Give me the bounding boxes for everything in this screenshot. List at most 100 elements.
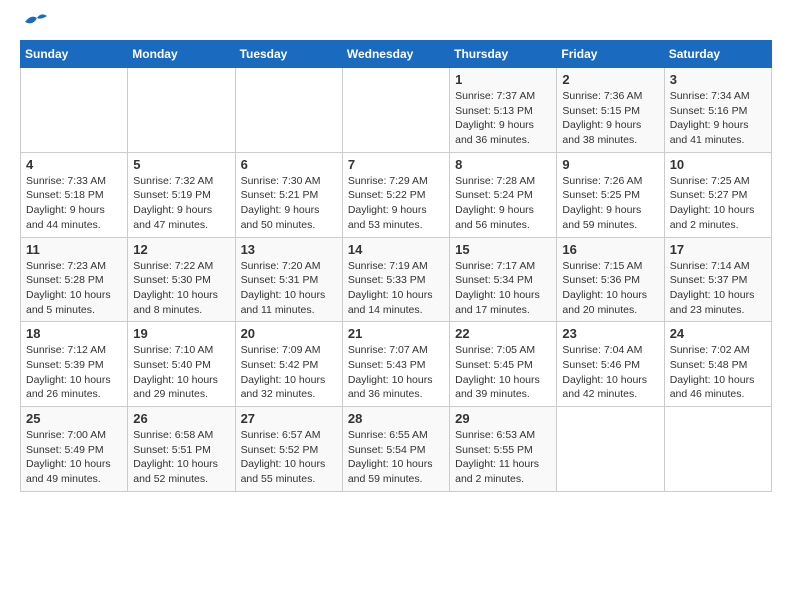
calendar-cell (21, 68, 128, 153)
day-info: Sunrise: 6:53 AMSunset: 5:55 PMDaylight:… (455, 428, 551, 487)
calendar-cell: 14 Sunrise: 7:19 AMSunset: 5:33 PMDayligh… (342, 237, 449, 322)
day-of-week-header: Thursday (450, 41, 557, 68)
day-number: 12 (133, 242, 229, 257)
calendar-cell: 2 Sunrise: 7:36 AMSunset: 5:15 PMDaylight… (557, 68, 664, 153)
day-info: Sunrise: 7:10 AMSunset: 5:40 PMDaylight:… (133, 343, 229, 402)
calendar-cell: 26 Sunrise: 6:58 AMSunset: 5:51 PMDayligh… (128, 407, 235, 492)
calendar-cell: 23 Sunrise: 7:04 AMSunset: 5:46 PMDayligh… (557, 322, 664, 407)
day-info: Sunrise: 7:14 AMSunset: 5:37 PMDaylight:… (670, 259, 766, 318)
day-info: Sunrise: 7:29 AMSunset: 5:22 PMDaylight:… (348, 174, 444, 233)
day-number: 18 (26, 326, 122, 341)
calendar-cell: 18 Sunrise: 7:12 AMSunset: 5:39 PMDayligh… (21, 322, 128, 407)
day-info: Sunrise: 6:57 AMSunset: 5:52 PMDaylight:… (241, 428, 337, 487)
calendar-cell: 16 Sunrise: 7:15 AMSunset: 5:36 PMDayligh… (557, 237, 664, 322)
calendar-cell: 1 Sunrise: 7:37 AMSunset: 5:13 PMDaylight… (450, 68, 557, 153)
logo-bird-icon (23, 12, 49, 30)
day-info: Sunrise: 6:58 AMSunset: 5:51 PMDaylight:… (133, 428, 229, 487)
day-info: Sunrise: 7:36 AMSunset: 5:15 PMDaylight:… (562, 89, 658, 148)
calendar-header: SundayMondayTuesdayWednesdayThursdayFrid… (21, 41, 772, 68)
day-info: Sunrise: 7:32 AMSunset: 5:19 PMDaylight:… (133, 174, 229, 233)
day-info: Sunrise: 7:23 AMSunset: 5:28 PMDaylight:… (26, 259, 122, 318)
day-info: Sunrise: 7:26 AMSunset: 5:25 PMDaylight:… (562, 174, 658, 233)
day-number: 24 (670, 326, 766, 341)
day-number: 10 (670, 157, 766, 172)
calendar-cell: 22 Sunrise: 7:05 AMSunset: 5:45 PMDayligh… (450, 322, 557, 407)
calendar-cell: 15Sunrise: 7:17 AMSunset: 5:34 PMDayligh… (450, 237, 557, 322)
day-number: 15 (455, 242, 551, 257)
calendar-cell: 20 Sunrise: 7:09 AMSunset: 5:42 PMDayligh… (235, 322, 342, 407)
day-number: 27 (241, 411, 337, 426)
calendar-cell (128, 68, 235, 153)
day-info: Sunrise: 7:07 AMSunset: 5:43 PMDaylight:… (348, 343, 444, 402)
day-of-week-header: Saturday (664, 41, 771, 68)
calendar-week-row: 11 Sunrise: 7:23 AMSunset: 5:28 PMDayligh… (21, 237, 772, 322)
calendar-week-row: 1 Sunrise: 7:37 AMSunset: 5:13 PMDaylight… (21, 68, 772, 153)
day-info: Sunrise: 7:19 AMSunset: 5:33 PMDaylight:… (348, 259, 444, 318)
day-of-week-header: Wednesday (342, 41, 449, 68)
calendar-cell: 29 Sunrise: 6:53 AMSunset: 5:55 PMDayligh… (450, 407, 557, 492)
day-number: 20 (241, 326, 337, 341)
calendar-cell: 27 Sunrise: 6:57 AMSunset: 5:52 PMDayligh… (235, 407, 342, 492)
calendar-cell: 8 Sunrise: 7:28 AMSunset: 5:24 PMDaylight… (450, 152, 557, 237)
day-number: 14 (348, 242, 444, 257)
calendar-cell (235, 68, 342, 153)
day-number: 23 (562, 326, 658, 341)
calendar-cell: 3Sunrise: 7:34 AMSunset: 5:16 PMDaylight… (664, 68, 771, 153)
day-info: Sunrise: 7:15 AMSunset: 5:36 PMDaylight:… (562, 259, 658, 318)
day-number: 16 (562, 242, 658, 257)
day-of-week-header: Sunday (21, 41, 128, 68)
calendar-week-row: 18 Sunrise: 7:12 AMSunset: 5:39 PMDayligh… (21, 322, 772, 407)
calendar-table: SundayMondayTuesdayWednesdayThursdayFrid… (20, 40, 772, 492)
day-info: Sunrise: 7:30 AMSunset: 5:21 PMDaylight:… (241, 174, 337, 233)
day-of-week-header: Friday (557, 41, 664, 68)
calendar-week-row: 25 Sunrise: 7:00 AMSunset: 5:49 PMDayligh… (21, 407, 772, 492)
day-number: 1 (455, 72, 551, 87)
day-info: Sunrise: 7:05 AMSunset: 5:45 PMDaylight:… (455, 343, 551, 402)
calendar-cell: 9Sunrise: 7:26 AMSunset: 5:25 PMDaylight… (557, 152, 664, 237)
day-of-week-header: Tuesday (235, 41, 342, 68)
day-number: 29 (455, 411, 551, 426)
day-number: 13 (241, 242, 337, 257)
day-info: Sunrise: 6:55 AMSunset: 5:54 PMDaylight:… (348, 428, 444, 487)
day-info: Sunrise: 7:00 AMSunset: 5:49 PMDaylight:… (26, 428, 122, 487)
day-info: Sunrise: 7:33 AMSunset: 5:18 PMDaylight:… (26, 174, 122, 233)
day-header-row: SundayMondayTuesdayWednesdayThursdayFrid… (21, 41, 772, 68)
day-info: Sunrise: 7:37 AMSunset: 5:13 PMDaylight:… (455, 89, 551, 148)
day-number: 5 (133, 157, 229, 172)
day-info: Sunrise: 7:22 AMSunset: 5:30 PMDaylight:… (133, 259, 229, 318)
day-number: 22 (455, 326, 551, 341)
day-info: Sunrise: 7:04 AMSunset: 5:46 PMDaylight:… (562, 343, 658, 402)
calendar-cell: 17 Sunrise: 7:14 AMSunset: 5:37 PMDayligh… (664, 237, 771, 322)
calendar-cell (557, 407, 664, 492)
day-number: 11 (26, 242, 122, 257)
day-info: Sunrise: 7:12 AMSunset: 5:39 PMDaylight:… (26, 343, 122, 402)
day-info: Sunrise: 7:02 AMSunset: 5:48 PMDaylight:… (670, 343, 766, 402)
day-info: Sunrise: 7:09 AMSunset: 5:42 PMDaylight:… (241, 343, 337, 402)
day-info: Sunrise: 7:34 AMSunset: 5:16 PMDaylight:… (670, 89, 766, 148)
day-number: 26 (133, 411, 229, 426)
calendar-week-row: 4 Sunrise: 7:33 AMSunset: 5:18 PMDaylight… (21, 152, 772, 237)
calendar-cell: 28 Sunrise: 6:55 AMSunset: 5:54 PMDayligh… (342, 407, 449, 492)
calendar-cell: 6 Sunrise: 7:30 AMSunset: 5:21 PMDaylight… (235, 152, 342, 237)
page-header (20, 20, 772, 30)
day-number: 6 (241, 157, 337, 172)
day-number: 8 (455, 157, 551, 172)
calendar-cell: 7 Sunrise: 7:29 AMSunset: 5:22 PMDaylight… (342, 152, 449, 237)
calendar-cell: 21 Sunrise: 7:07 AMSunset: 5:43 PMDayligh… (342, 322, 449, 407)
calendar-cell: 13 Sunrise: 7:20 AMSunset: 5:31 PMDayligh… (235, 237, 342, 322)
calendar-cell: 19 Sunrise: 7:10 AMSunset: 5:40 PMDayligh… (128, 322, 235, 407)
day-number: 17 (670, 242, 766, 257)
day-number: 2 (562, 72, 658, 87)
day-number: 19 (133, 326, 229, 341)
day-number: 21 (348, 326, 444, 341)
day-info: Sunrise: 7:20 AMSunset: 5:31 PMDaylight:… (241, 259, 337, 318)
day-info: Sunrise: 7:28 AMSunset: 5:24 PMDaylight:… (455, 174, 551, 233)
day-number: 25 (26, 411, 122, 426)
calendar-cell: 10 Sunrise: 7:25 AMSunset: 5:27 PMDayligh… (664, 152, 771, 237)
day-info: Sunrise: 7:25 AMSunset: 5:27 PMDaylight:… (670, 174, 766, 233)
day-number: 7 (348, 157, 444, 172)
calendar-cell: 12 Sunrise: 7:22 AMSunset: 5:30 PMDayligh… (128, 237, 235, 322)
calendar-body: 1 Sunrise: 7:37 AMSunset: 5:13 PMDaylight… (21, 68, 772, 492)
day-number: 4 (26, 157, 122, 172)
day-number: 28 (348, 411, 444, 426)
